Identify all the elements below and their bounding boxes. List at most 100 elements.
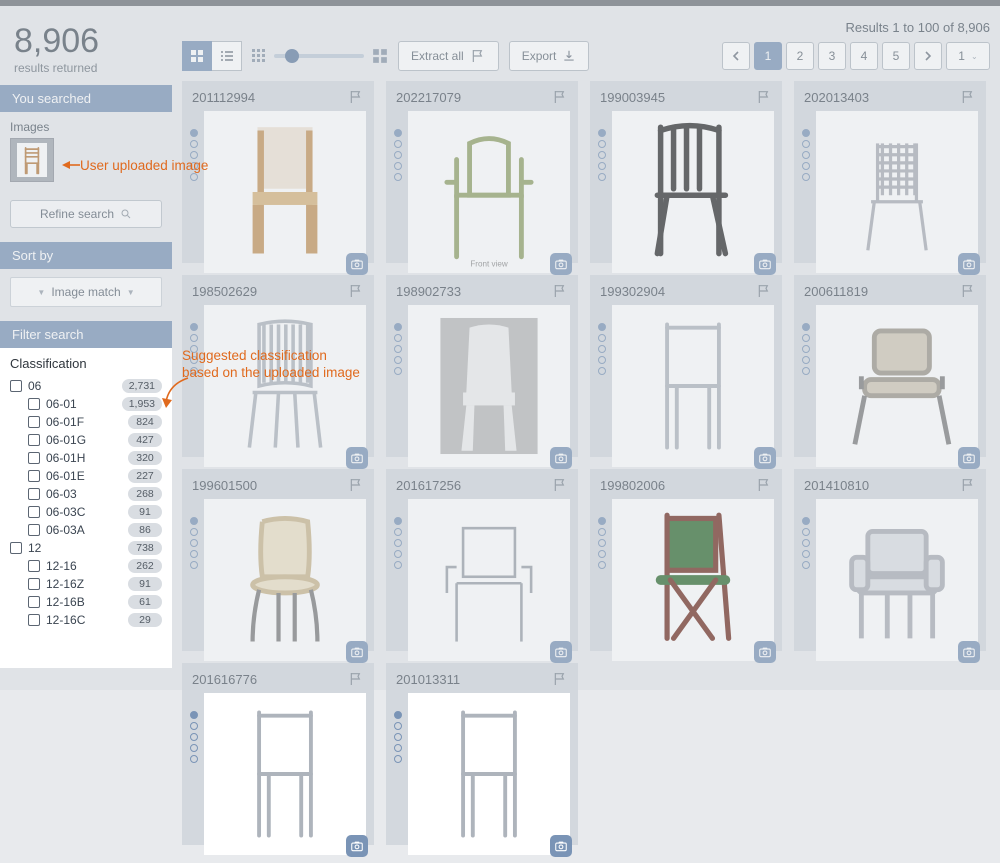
checkbox-icon[interactable] — [10, 380, 22, 392]
checkbox-icon[interactable] — [28, 560, 40, 572]
image-action[interactable] — [346, 641, 368, 663]
refine-search-button[interactable]: Refine search — [10, 200, 162, 228]
image-action[interactable] — [550, 253, 572, 275]
checkbox-icon[interactable] — [28, 596, 40, 608]
card-flag[interactable] — [348, 283, 364, 299]
checkbox-icon[interactable] — [28, 524, 40, 536]
card-flag[interactable] — [348, 89, 364, 105]
facet-row[interactable]: 06-03 268 — [10, 485, 162, 503]
card-image[interactable] — [204, 111, 366, 273]
facet-row[interactable]: 06-01F 824 — [10, 413, 162, 431]
checkbox-icon[interactable] — [28, 578, 40, 590]
checkbox-icon[interactable] — [28, 434, 40, 446]
card-image[interactable] — [816, 305, 978, 467]
result-card[interactable]: 201112994 — [182, 81, 374, 263]
card-image[interactable] — [204, 693, 366, 855]
card-image[interactable] — [204, 305, 366, 467]
card-image[interactable] — [204, 499, 366, 661]
facet-row[interactable]: 06-01 1,953 — [10, 395, 162, 413]
card-image[interactable] — [408, 305, 570, 467]
checkbox-icon[interactable] — [28, 506, 40, 518]
pager-prev[interactable] — [722, 42, 750, 70]
card-image[interactable] — [612, 111, 774, 273]
image-action[interactable] — [754, 641, 776, 663]
facet-row[interactable]: 12-16 262 — [10, 557, 162, 575]
checkbox-icon[interactable] — [28, 398, 40, 410]
card-flag[interactable] — [960, 283, 976, 299]
checkbox-icon[interactable] — [28, 614, 40, 626]
result-card[interactable]: 202217079 Front view — [386, 81, 578, 263]
extract-all-button[interactable]: Extract all — [398, 41, 499, 71]
card-image[interactable] — [408, 499, 570, 661]
image-action[interactable] — [346, 253, 368, 275]
card-image[interactable]: Front view — [408, 111, 570, 273]
result-card[interactable]: 198502629 — [182, 275, 374, 457]
facet-row[interactable]: 12-16C 29 — [10, 611, 162, 629]
checkbox-icon[interactable] — [28, 488, 40, 500]
card-flag[interactable] — [552, 283, 568, 299]
facet-row[interactable]: 06 2,731 — [10, 377, 162, 395]
result-card[interactable]: 199302904 — [590, 275, 782, 457]
pager-page[interactable]: 2 — [786, 42, 814, 70]
pager-page[interactable]: 3 — [818, 42, 846, 70]
card-flag[interactable] — [552, 671, 568, 687]
card-flag[interactable] — [756, 283, 772, 299]
export-button[interactable]: Export — [509, 41, 590, 71]
card-image[interactable] — [612, 305, 774, 467]
result-card[interactable]: 201616776 — [182, 663, 374, 845]
result-card[interactable]: 200611819 — [794, 275, 986, 457]
image-action[interactable] — [550, 835, 572, 857]
card-image[interactable] — [816, 499, 978, 661]
facet-row[interactable]: 06-01H 320 — [10, 449, 162, 467]
card-flag[interactable] — [960, 89, 976, 105]
checkbox-icon[interactable] — [28, 452, 40, 464]
card-flag[interactable] — [960, 477, 976, 493]
card-image[interactable] — [816, 111, 978, 273]
thumb-size-control[interactable] — [252, 48, 388, 64]
result-card[interactable]: 199003945 — [590, 81, 782, 263]
checkbox-icon[interactable] — [28, 470, 40, 482]
image-action[interactable] — [346, 835, 368, 857]
facet-row[interactable]: 12 738 — [10, 539, 162, 557]
sort-select[interactable]: ▼ Image match ▼ — [10, 277, 162, 307]
image-action[interactable] — [550, 641, 572, 663]
card-flag[interactable] — [552, 477, 568, 493]
pager-page[interactable]: 5 — [882, 42, 910, 70]
list-view-button[interactable] — [212, 41, 242, 71]
grid-view-button[interactable] — [182, 41, 212, 71]
result-card[interactable]: 201013311 — [386, 663, 578, 845]
facet-row[interactable]: 12-16B 61 — [10, 593, 162, 611]
result-card[interactable]: 198902733 — [386, 275, 578, 457]
facet-row[interactable]: 06-01G 427 — [10, 431, 162, 449]
facet-row[interactable]: 06-03C 91 — [10, 503, 162, 521]
facet-row[interactable]: 06-03A 86 — [10, 521, 162, 539]
pager-jump-select[interactable]: 1 ⌄ — [946, 42, 990, 70]
card-image[interactable] — [408, 693, 570, 855]
pager-page[interactable]: 4 — [850, 42, 878, 70]
image-action[interactable] — [958, 641, 980, 663]
facet-row[interactable]: 06-01E 227 — [10, 467, 162, 485]
card-image[interactable] — [612, 499, 774, 661]
facet-row[interactable]: 12-16Z 91 — [10, 575, 162, 593]
result-card[interactable]: 202013403 — [794, 81, 986, 263]
image-action[interactable] — [958, 447, 980, 469]
card-flag[interactable] — [552, 89, 568, 105]
image-action[interactable] — [346, 447, 368, 469]
pager-next[interactable] — [914, 42, 942, 70]
image-action[interactable] — [754, 253, 776, 275]
image-action[interactable] — [754, 447, 776, 469]
card-flag[interactable] — [756, 89, 772, 105]
result-card[interactable]: 201410810 — [794, 469, 986, 651]
card-flag[interactable] — [348, 477, 364, 493]
checkbox-icon[interactable] — [10, 542, 22, 554]
image-action[interactable] — [958, 253, 980, 275]
pager-page[interactable]: 1 — [754, 42, 782, 70]
result-card[interactable]: 199802006 — [590, 469, 782, 651]
result-card[interactable]: 199601500 — [182, 469, 374, 651]
image-action[interactable] — [550, 447, 572, 469]
card-flag[interactable] — [756, 477, 772, 493]
uploaded-image-thumb[interactable] — [10, 138, 54, 182]
result-card[interactable]: 201617256 — [386, 469, 578, 651]
card-flag[interactable] — [348, 671, 364, 687]
size-slider[interactable] — [274, 54, 364, 58]
